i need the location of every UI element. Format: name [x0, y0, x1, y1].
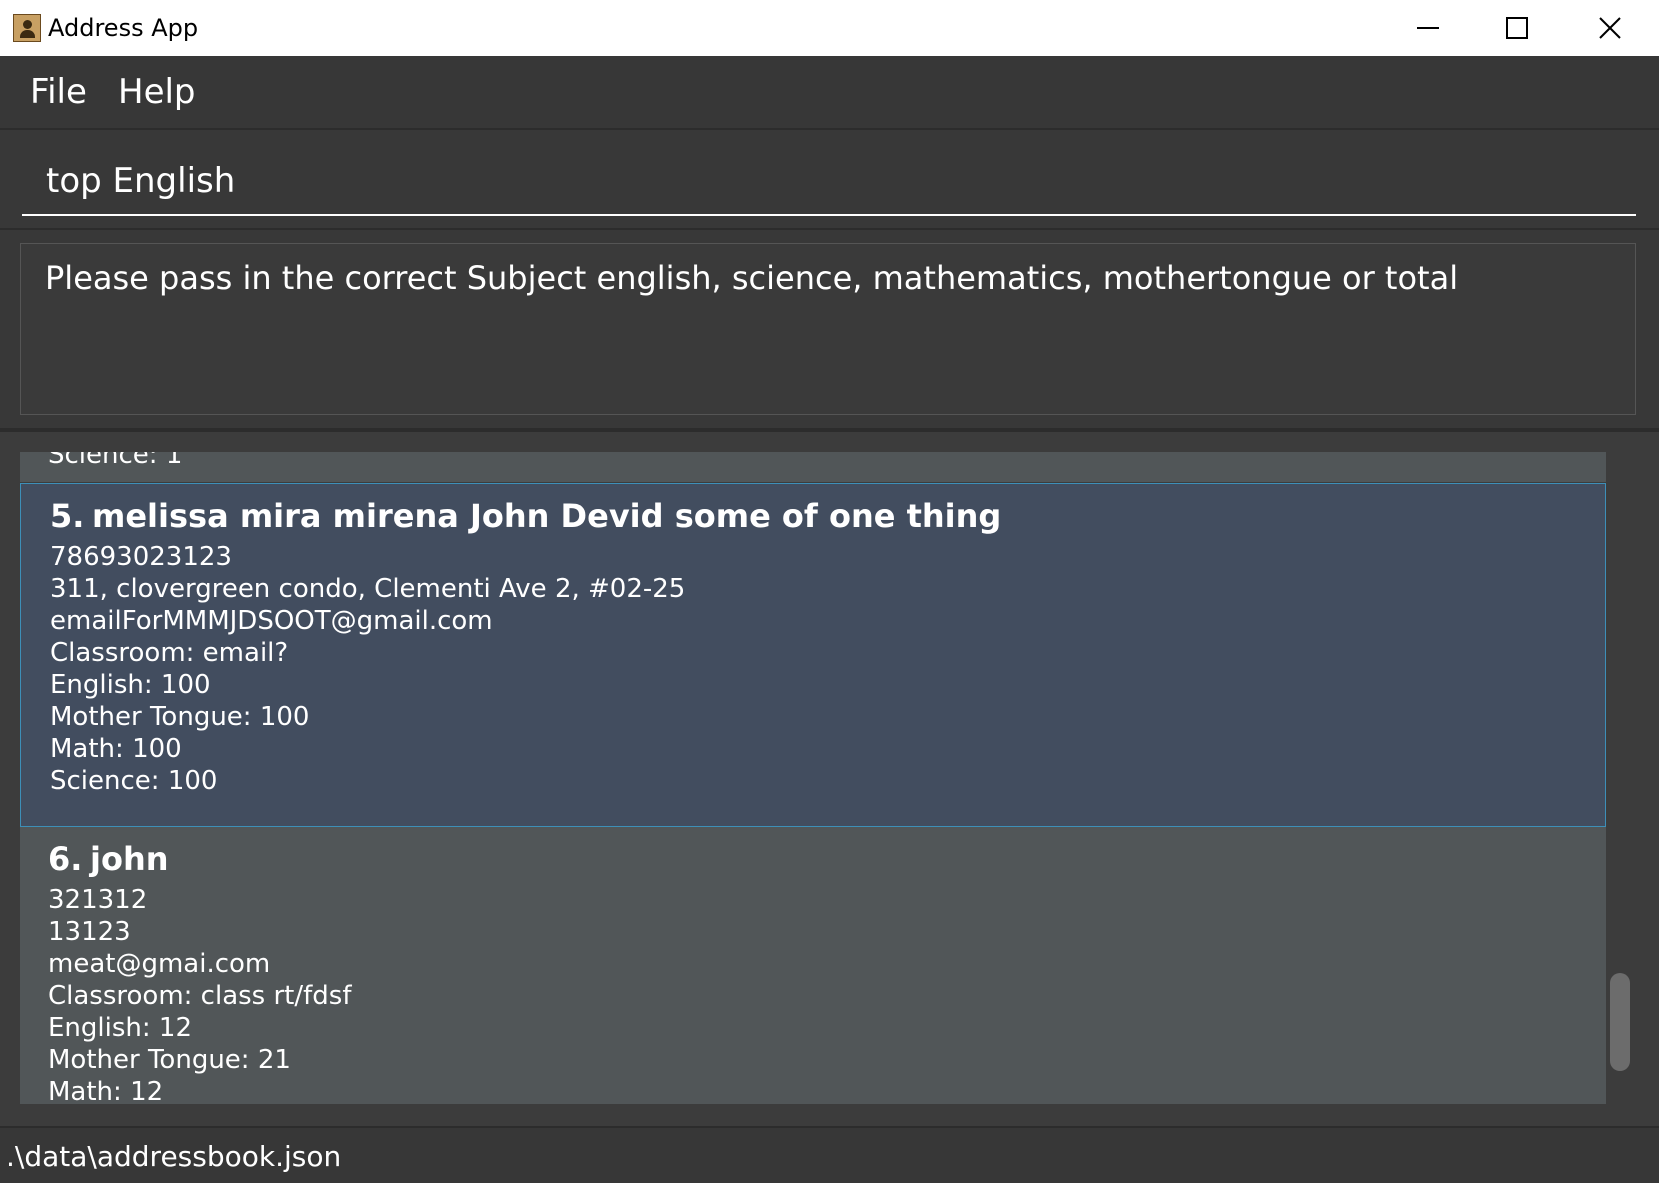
person-email: emailForMMMJDSOOT@gmail.com — [50, 606, 493, 636]
person-index: 5. — [50, 497, 85, 535]
menu-bar: File Help — [0, 56, 1659, 130]
person-phone: 78693023123 — [50, 542, 232, 572]
save-location: .\data\addressbook.json — [6, 1140, 342, 1173]
person-mother-tongue: Mother Tongue: 21 — [48, 1045, 291, 1075]
person-phone: 321312 — [48, 885, 148, 915]
address-book-icon — [13, 14, 41, 42]
close-icon — [1599, 17, 1621, 39]
person-list[interactable]: Science: 1 5. melissa mira mirena John D… — [20, 452, 1606, 1104]
command-box — [0, 130, 1659, 228]
person-science: Science: 100 — [50, 766, 218, 796]
person-classroom: Classroom: class rt/fdsf — [48, 981, 352, 1011]
person-classroom: Classroom: email? — [50, 638, 289, 668]
person-card[interactable]: 6. john 321312 13123 meat@gmai.com Class… — [20, 827, 1606, 1104]
menu-help[interactable]: Help — [118, 70, 196, 114]
person-science: Science: 1 — [48, 452, 183, 470]
person-card-selected[interactable]: 5. melissa mira mirena John Devid some o… — [20, 483, 1606, 827]
person-math: Math: 12 — [48, 1077, 164, 1104]
person-math: Math: 100 — [50, 734, 182, 764]
person-index: 6. — [48, 840, 83, 878]
maximize-button[interactable] — [1472, 0, 1562, 56]
person-card[interactable]: Science: 1 — [20, 452, 1606, 482]
person-name: john — [90, 840, 169, 878]
result-message: Please pass in the correct Subject engli… — [45, 259, 1459, 297]
person-english: English: 100 — [50, 670, 211, 700]
person-mother-tongue: Mother Tongue: 100 — [50, 702, 310, 732]
minimize-button[interactable] — [1383, 0, 1473, 56]
maximize-icon — [1506, 17, 1528, 39]
person-email: meat@gmai.com — [48, 949, 271, 979]
person-english: English: 12 — [48, 1013, 192, 1043]
minimize-icon — [1417, 27, 1439, 29]
menu-file[interactable]: File — [30, 70, 87, 114]
scrollbar-thumb[interactable] — [1610, 973, 1630, 1071]
title-bar: Address App — [0, 0, 1659, 56]
person-address: 311, clovergreen condo, Clementi Ave 2, … — [50, 574, 686, 604]
person-list-panel: Science: 1 5. melissa mira mirena John D… — [0, 432, 1659, 1126]
close-button[interactable] — [1565, 0, 1655, 56]
window-title: Address App — [48, 14, 199, 42]
person-name: melissa mira mirena John Devid some of o… — [92, 497, 1002, 535]
person-address: 13123 — [48, 917, 131, 947]
status-bar: .\data\addressbook.json — [0, 1126, 1659, 1183]
command-input[interactable] — [22, 148, 1636, 216]
result-display: Please pass in the correct Subject engli… — [0, 230, 1659, 428]
result-text-area[interactable]: Please pass in the correct Subject engli… — [20, 243, 1636, 415]
